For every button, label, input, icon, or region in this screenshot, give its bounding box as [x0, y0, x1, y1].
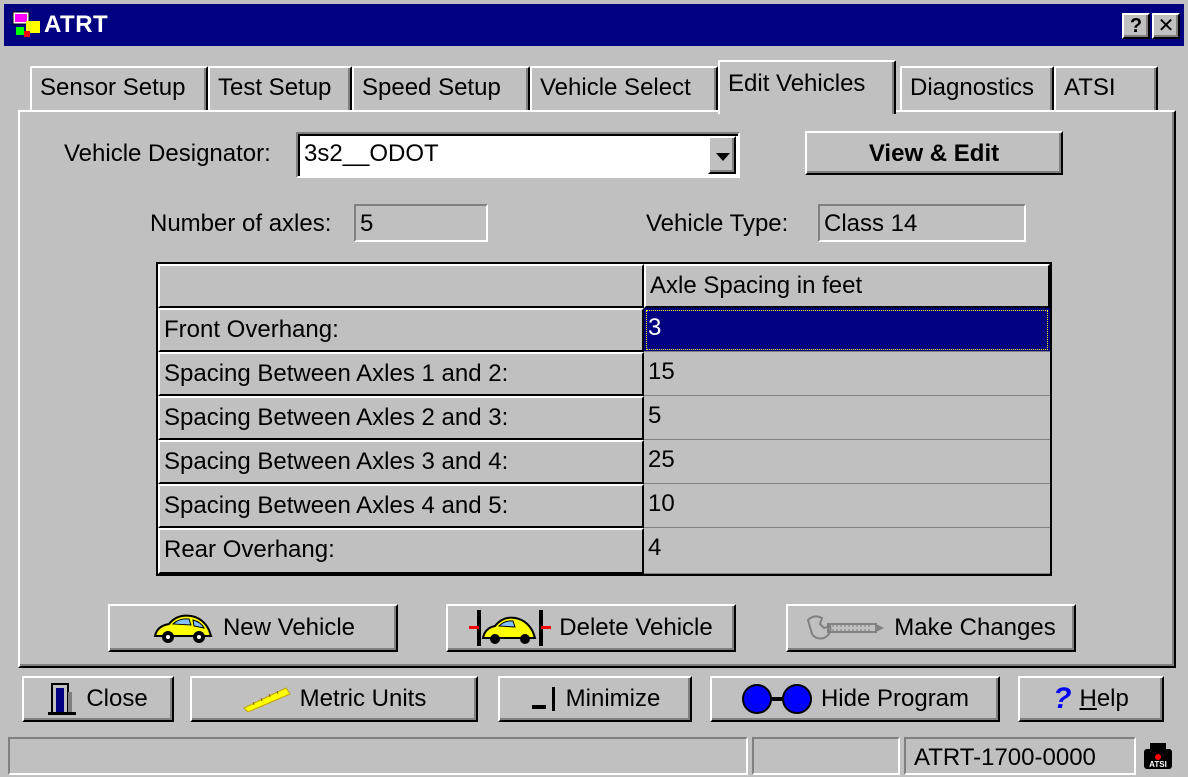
vehicle-designator-label: Vehicle Designator:: [64, 140, 271, 167]
question-icon: ?: [1053, 682, 1072, 715]
delete-vehicle-button[interactable]: Delete Vehicle: [446, 604, 736, 652]
grid-value-cell[interactable]: 5: [644, 396, 1050, 440]
delete-vehicle-label: Delete Vehicle: [559, 614, 713, 641]
metric-units-button[interactable]: Metric Units: [190, 676, 478, 722]
delete-car-icon: [469, 610, 552, 646]
vehicle-designator-dropdown[interactable]: 3s2__ODOT: [296, 132, 740, 178]
row-header: Spacing Between Axles 3 and 4:: [158, 440, 644, 484]
ruler-icon: [242, 687, 291, 712]
svg-text:ATSI: ATSI: [1149, 760, 1167, 769]
minimize-button[interactable]: Minimize: [498, 676, 692, 722]
close-button[interactable]: Close: [22, 676, 174, 722]
number-of-axles-label: Number of axles:: [150, 210, 332, 237]
make-changes-label: Make Changes: [894, 614, 1056, 641]
row-header: Spacing Between Axles 1 and 2:: [158, 352, 644, 396]
grid-value-cell[interactable]: 15: [644, 352, 1050, 396]
help-rest: elp: [1096, 685, 1129, 712]
atsi-logo-icon: ATSI: [1144, 743, 1172, 769]
door-exit-icon: [48, 683, 77, 715]
row-header: Spacing Between Axles 4 and 5:: [158, 484, 644, 528]
car-icon: [153, 614, 213, 643]
vehicle-type-field: Class 14: [818, 204, 1026, 242]
number-of-axles-field: 5: [354, 204, 488, 242]
dropdown-arrow-icon[interactable]: [708, 136, 736, 174]
minimize-icon: [531, 687, 555, 711]
view-edit-button[interactable]: View & Edit: [805, 131, 1063, 175]
row-header: Rear Overhang:: [158, 528, 644, 574]
minimize-label: Minimize: [565, 685, 661, 712]
glasses-icon: [741, 684, 812, 714]
grid-value-cell[interactable]: 4: [644, 528, 1050, 574]
new-vehicle-label: New Vehicle: [222, 614, 356, 641]
row-header: Spacing Between Axles 2 and 3:: [158, 396, 644, 440]
help-mnemonic: H: [1079, 685, 1097, 712]
status-panel-main: [8, 737, 748, 775]
make-changes-button[interactable]: Make Changes: [786, 604, 1076, 652]
hide-program-button[interactable]: Hide Program: [710, 676, 1000, 722]
vehicle-type-label: Vehicle Type:: [646, 210, 789, 237]
row-header: Front Overhang:: [158, 308, 644, 352]
axle-spacing-grid: Axle Spacing in feet Front Overhang: 3 S…: [156, 262, 1052, 576]
vehicle-designator-value: 3s2__ODOT: [304, 140, 439, 167]
help-button[interactable]: ? Help: [1018, 676, 1164, 722]
grid-value-cell[interactable]: 25: [644, 440, 1050, 484]
close-label: Close: [86, 685, 148, 712]
grid-value-cell[interactable]: 3: [644, 308, 1050, 352]
status-device-id: ATRT-1700-0000: [904, 737, 1136, 775]
metric-units-label: Metric Units: [299, 685, 427, 712]
hide-program-label: Hide Program: [820, 685, 970, 712]
status-panel-secondary: [752, 737, 900, 775]
grid-corner-cell: [158, 264, 644, 308]
grid-column-header: Axle Spacing in feet: [644, 264, 1050, 308]
help-label: Help: [1079, 685, 1128, 713]
new-vehicle-button[interactable]: New Vehicle: [108, 604, 398, 652]
grid-value-cell[interactable]: 10: [644, 484, 1050, 528]
wrench-icon: [807, 615, 885, 640]
